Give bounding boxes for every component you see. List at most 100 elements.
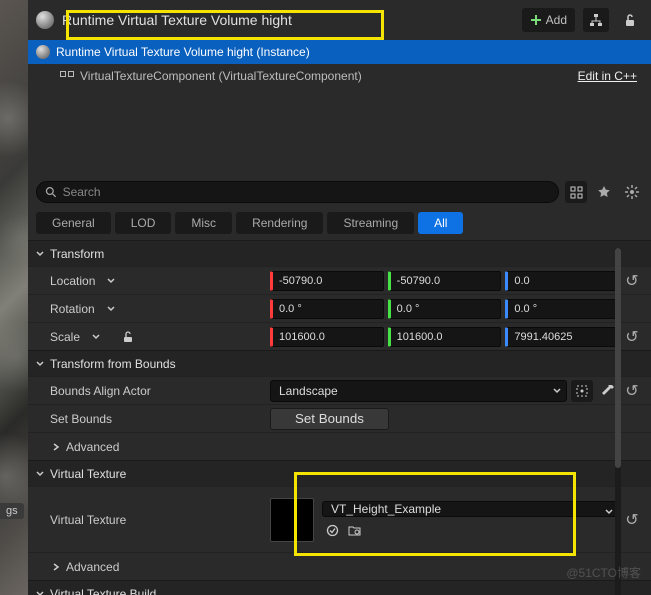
matrix-icon [570, 186, 583, 199]
tree-instance-row[interactable]: Runtime Virtual Texture Volume hight (In… [28, 40, 651, 64]
category-virtual-texture-build[interactable]: Virtual Texture Build [28, 580, 651, 595]
gear-icon [625, 185, 639, 199]
set-bounds-button[interactable]: Set Bounds [270, 408, 389, 430]
set-bounds-label: Set Bounds [50, 412, 112, 426]
category-transform-bounds[interactable]: Transform from Bounds [28, 350, 651, 376]
crosshair-icon [575, 384, 589, 398]
prop-set-bounds: Set Bounds Set Bounds [28, 404, 651, 432]
prop-location-label: Location [50, 274, 95, 288]
details-panel: Runtime Virtual Texture Volume hight Add… [28, 0, 651, 595]
chevron-down-icon[interactable] [107, 305, 115, 313]
prop-bounds-align: Bounds Align Actor Landscape ↺ [28, 376, 651, 404]
prop-scale-label-cell: Scale [28, 329, 270, 345]
title-row: Runtime Virtual Texture Volume hight Add [28, 0, 651, 40]
prop-location-label-cell: Location [28, 274, 270, 288]
unlock-icon [623, 13, 637, 27]
tree-component-label: VirtualTextureComponent (VirtualTextureC… [80, 69, 362, 83]
search-icon [45, 186, 57, 198]
scrollbar[interactable] [615, 248, 621, 595]
tab-rendering[interactable]: Rendering [236, 212, 323, 234]
location-y-input[interactable]: -50790.0 [388, 271, 502, 291]
scale-x-input[interactable]: 101600.0 [270, 327, 384, 347]
tab-streaming[interactable]: Streaming [327, 212, 414, 234]
settings-button[interactable] [621, 181, 643, 203]
prop-rotation-label: Rotation [50, 302, 95, 316]
prop-scale: Scale 101600.0 101600.0 7991.40625 ↺ [28, 322, 651, 350]
tab-misc[interactable]: Misc [175, 212, 232, 234]
advanced-label: Advanced [66, 560, 119, 574]
scale-lock-button[interactable] [120, 329, 136, 345]
star-icon [597, 185, 611, 199]
add-button[interactable]: Add [522, 8, 575, 32]
badge: gs [0, 503, 24, 519]
prop-advanced-vt[interactable]: Advanced [28, 552, 651, 580]
category-transform-title: Transform [50, 247, 104, 261]
tab-all[interactable]: All [418, 212, 463, 234]
virtual-texture-label: Virtual Texture [50, 513, 126, 527]
hierarchy-button[interactable] [583, 8, 609, 32]
category-virtual-texture-build-title: Virtual Texture Build [50, 587, 156, 595]
eyedropper-icon [601, 384, 615, 398]
actor-icon [36, 45, 50, 59]
prop-rotation: Rotation 0.0 ° 0.0 ° 0.0 ° [28, 294, 651, 322]
search-row [28, 178, 651, 206]
prop-advanced-bounds[interactable]: Advanced [28, 432, 651, 460]
properties-scroll[interactable]: Transform Location -50790.0 -50790.0 0.0… [28, 240, 651, 595]
chevron-down-icon [36, 250, 44, 258]
actor-icon [36, 11, 54, 29]
search-input[interactable] [63, 185, 550, 199]
watermark: @51CTO博客 [566, 564, 641, 581]
plus-icon [530, 14, 542, 26]
pick-actor-button[interactable] [571, 380, 593, 402]
category-transform-bounds-title: Transform from Bounds [50, 357, 176, 371]
rotation-y-input[interactable]: 0.0 ° [388, 299, 502, 319]
reset-scale-button[interactable]: ↺ [623, 328, 641, 346]
chevron-right-icon [52, 443, 60, 451]
add-button-label: Add [546, 13, 567, 27]
rotation-z-input[interactable]: 0.0 ° [505, 299, 619, 319]
location-z-input[interactable]: 0.0 [505, 271, 619, 291]
category-virtual-texture-title: Virtual Texture [50, 467, 126, 481]
chevron-down-icon [36, 360, 44, 368]
bounds-align-dropdown[interactable]: Landscape [270, 380, 567, 402]
category-transform[interactable]: Transform [28, 240, 651, 266]
bounds-align-value: Landscape [279, 384, 338, 398]
tree-instance-label: Runtime Virtual Texture Volume hight (In… [56, 45, 310, 59]
edit-cpp-link[interactable]: Edit in C++ [578, 69, 643, 83]
lock-button[interactable] [617, 8, 643, 32]
use-selected-button[interactable] [324, 523, 340, 539]
browse-asset-button[interactable] [346, 523, 362, 539]
bounds-align-label: Bounds Align Actor [50, 384, 151, 398]
chevron-down-icon[interactable] [92, 333, 100, 341]
tab-general[interactable]: General [36, 212, 111, 234]
filter-tabs: General LOD Misc Rendering Streaming All [28, 206, 651, 240]
scale-z-input[interactable]: 7991.40625 [505, 327, 619, 347]
location-x-input[interactable]: -50790.0 [270, 271, 384, 291]
prop-location: Location -50790.0 -50790.0 0.0 ↺ [28, 266, 651, 294]
hierarchy-icon [589, 13, 603, 27]
scale-y-input[interactable]: 101600.0 [388, 327, 502, 347]
category-virtual-texture[interactable]: Virtual Texture [28, 460, 651, 486]
chevron-down-icon [36, 590, 44, 595]
chevron-down-icon [605, 508, 613, 516]
advanced-label: Advanced [66, 440, 119, 454]
rotation-x-input[interactable]: 0.0 ° [270, 299, 384, 319]
reset-bounds-align-button[interactable]: ↺ [623, 382, 641, 400]
tab-lod[interactable]: LOD [115, 212, 172, 234]
search-box[interactable] [36, 181, 559, 203]
use-icon [326, 524, 339, 537]
asset-thumbnail[interactable] [270, 498, 314, 542]
actor-name[interactable]: Runtime Virtual Texture Volume hight [62, 12, 292, 28]
reset-location-button[interactable]: ↺ [623, 272, 641, 290]
folder-search-icon [348, 524, 361, 537]
chevron-down-icon[interactable] [107, 277, 115, 285]
chevron-down-icon [36, 470, 44, 478]
tree-component-row[interactable]: VirtualTextureComponent (VirtualTextureC… [28, 64, 651, 88]
component-icon [60, 71, 74, 81]
reset-virtual-texture-button[interactable]: ↺ [623, 511, 641, 529]
favorite-button[interactable] [593, 181, 615, 203]
scrollbar-thumb[interactable] [615, 248, 621, 468]
virtual-texture-dropdown[interactable]: VT_Height_Example [322, 501, 619, 517]
chevron-right-icon [52, 563, 60, 571]
matrix-view-button[interactable] [565, 181, 587, 203]
